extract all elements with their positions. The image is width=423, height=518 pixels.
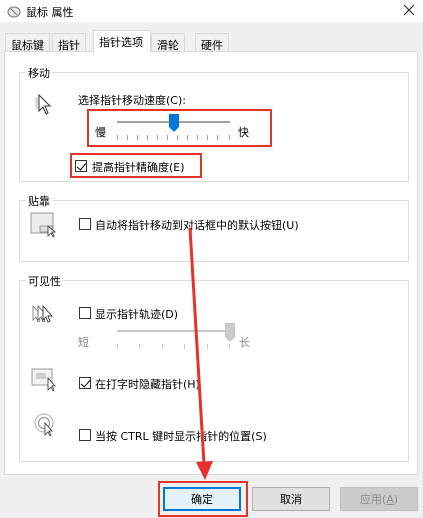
long-label: 长 (239, 336, 250, 349)
ok-highlight-box (158, 481, 248, 517)
mouse-icon (7, 6, 21, 18)
hide-pointer-icon (31, 368, 56, 392)
hide-pointer-checkbox[interactable] (79, 377, 91, 389)
show-location-icon (34, 413, 54, 437)
snap-group-title: 贴靠 (26, 193, 52, 209)
snap-checkbox[interactable] (79, 218, 91, 230)
speed-highlight-box (87, 109, 272, 147)
apply-label-suffix: ) (393, 492, 399, 506)
short-label: 短 (78, 336, 89, 349)
tab-wheel[interactable]: 滑轮 (151, 33, 185, 52)
trails-slider-thumb[interactable] (225, 323, 235, 341)
trails-checkbox[interactable] (79, 307, 91, 319)
trails-label: 显示指针轨迹(D) (95, 308, 179, 321)
speed-label: 选择指针移动速度(C): (78, 94, 186, 107)
tab-panel: 移动 选择指针移动速度(C): 慢 快 提高指针精确度(E) 贴靠 自动将指针移… (4, 51, 418, 475)
tab-pointers[interactable]: 指针 (52, 33, 86, 52)
close-icon[interactable] (401, 2, 417, 18)
ctrl-location-checkbox[interactable] (79, 429, 91, 441)
precision-highlight-box (70, 153, 202, 178)
tab-buttons[interactable]: 鼠标键 (5, 33, 50, 52)
ctrl-location-label: 当按 CTRL 键时显示指针的位置(S) (95, 430, 267, 443)
pointer-trails-icon (32, 304, 54, 323)
visibility-group-title: 可见性 (26, 273, 63, 289)
hide-pointer-label: 在打字时隐藏指针(H) (95, 378, 200, 391)
apply-button[interactable]: 应用(A) (340, 487, 418, 511)
tab-strip: 鼠标键 指针 指针选项 滑轮 硬件 (0, 30, 423, 53)
title-bar: 鼠标 属性 (0, 0, 423, 22)
apply-label-prefix: 应用( (359, 493, 387, 506)
apply-label-key: A (386, 492, 394, 506)
trails-slider-ticks (117, 344, 230, 350)
pointer-speed-icon (35, 93, 52, 115)
snap-to-icon (30, 212, 57, 238)
cancel-button[interactable]: 取消 (252, 487, 330, 511)
tab-pointer-options[interactable]: 指针选项 (93, 30, 151, 53)
motion-group-title: 移动 (26, 65, 52, 81)
trails-slider-track[interactable] (117, 330, 230, 332)
snap-label: 自动将指针移动到对话框中的默认按钮(U) (95, 219, 299, 232)
window-title: 鼠标 属性 (26, 6, 74, 19)
tab-hardware[interactable]: 硬件 (195, 33, 229, 52)
